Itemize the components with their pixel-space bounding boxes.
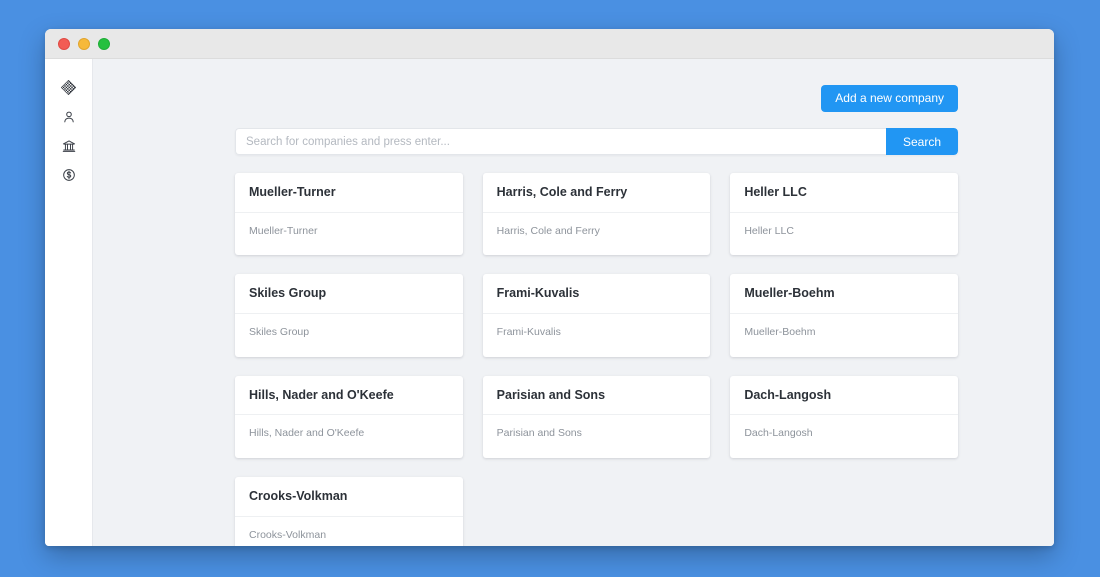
company-card-title: Mueller-Turner bbox=[235, 173, 463, 213]
company-card-subtitle: Harris, Cole and Ferry bbox=[496, 224, 600, 237]
app-window: Add a new company Search Mueller-Turner … bbox=[45, 29, 1054, 546]
sidebar-item-users[interactable] bbox=[54, 102, 84, 131]
add-company-button[interactable]: Add a new company bbox=[821, 85, 958, 112]
company-card-subtitle: Dach-Langosh bbox=[744, 427, 813, 440]
company-card[interactable]: Crooks-Volkman Crooks-Volkman bbox=[235, 476, 463, 546]
company-card-subtitle: Heller LLC bbox=[744, 224, 794, 237]
company-card[interactable]: Dach-Langosh Dach-Langosh bbox=[730, 375, 958, 458]
content-container: Add a new company Search Mueller-Turner … bbox=[93, 59, 1054, 546]
page-toolbar: Add a new company bbox=[235, 85, 958, 112]
window-body: Add a new company Search Mueller-Turner … bbox=[45, 59, 1054, 546]
company-card[interactable]: Parisian and Sons Parisian and Sons bbox=[482, 375, 711, 458]
bank-icon bbox=[62, 139, 76, 153]
maximize-button[interactable] bbox=[98, 37, 110, 50]
company-card-title: Heller LLC bbox=[730, 173, 958, 213]
window-titlebar bbox=[45, 29, 1054, 59]
search-bar: Search bbox=[235, 128, 958, 155]
company-card[interactable]: Mueller-Boehm Mueller-Boehm bbox=[730, 274, 958, 357]
sidebar bbox=[45, 59, 93, 546]
company-card-title: Crooks-Volkman bbox=[235, 477, 463, 517]
main-content: Add a new company Search Mueller-Turner … bbox=[93, 59, 1054, 546]
company-card-grid: Mueller-Turner Mueller-Turner Harris, Co… bbox=[235, 173, 958, 546]
company-card[interactable]: Mueller-Turner Mueller-Turner bbox=[235, 173, 463, 256]
company-card-subtitle: Frami-Kuvalis bbox=[496, 326, 561, 339]
company-card-subtitle: Skiles Group bbox=[249, 326, 310, 339]
company-card-title: Skiles Group bbox=[235, 274, 463, 315]
company-card-subtitle: Parisian and Sons bbox=[496, 427, 582, 440]
diamond-logo-icon bbox=[61, 80, 76, 95]
user-icon bbox=[62, 110, 76, 124]
company-card-subtitle: Mueller-Boehm bbox=[744, 326, 816, 339]
company-card[interactable]: Frami-Kuvalis Frami-Kuvalis bbox=[482, 274, 711, 357]
sidebar-item-payments[interactable] bbox=[54, 160, 84, 189]
company-card[interactable]: Harris, Cole and Ferry Harris, Cole and … bbox=[482, 173, 711, 256]
company-card-subtitle: Crooks-Volkman bbox=[249, 528, 327, 541]
company-card-title: Mueller-Boehm bbox=[730, 274, 958, 315]
company-card-title: Harris, Cole and Ferry bbox=[482, 173, 711, 213]
sidebar-item-companies[interactable] bbox=[54, 131, 84, 160]
dollar-circle-icon bbox=[62, 168, 76, 182]
company-card[interactable]: Hills, Nader and O'Keefe Hills, Nader an… bbox=[235, 375, 463, 458]
company-card[interactable]: Skiles Group Skiles Group bbox=[235, 274, 463, 357]
close-button[interactable] bbox=[58, 37, 70, 50]
company-card-title: Parisian and Sons bbox=[482, 376, 711, 416]
company-card-title: Dach-Langosh bbox=[730, 376, 958, 416]
minimize-button[interactable] bbox=[78, 37, 90, 50]
company-card-title: Hills, Nader and O'Keefe bbox=[235, 376, 463, 416]
company-card-subtitle: Hills, Nader and O'Keefe bbox=[249, 427, 365, 440]
company-card[interactable]: Heller LLC Heller LLC bbox=[730, 173, 958, 256]
sidebar-item-logo[interactable] bbox=[54, 73, 84, 102]
company-card-title: Frami-Kuvalis bbox=[482, 274, 711, 315]
search-button[interactable]: Search bbox=[885, 128, 958, 155]
search-input[interactable] bbox=[235, 128, 886, 155]
company-card-subtitle: Mueller-Turner bbox=[249, 224, 318, 237]
